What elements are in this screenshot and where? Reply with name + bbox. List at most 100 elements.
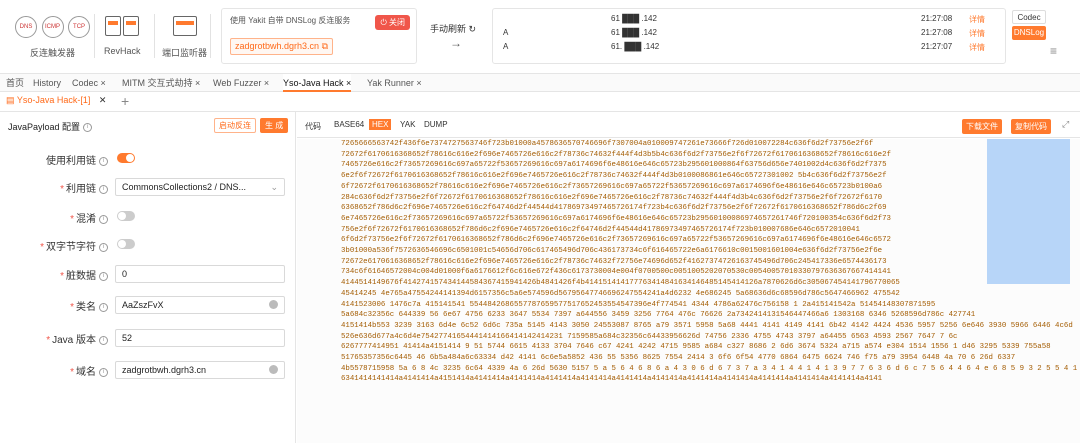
class-name-value: AaZszFvX: [122, 300, 164, 310]
hex-line: 6f72672f6170616368652f78616c616e2f696e74…: [341, 182, 883, 191]
format-yak[interactable]: YAK: [397, 119, 418, 130]
tab-home[interactable]: 首页: [6, 74, 24, 92]
copy-icon[interactable]: ⧉: [322, 41, 328, 51]
manual-refresh-button[interactable]: 手动刷新 ↻ →: [430, 22, 477, 50]
hex-line: 3b01000a536f7572636546696c6501001c54656d…: [341, 247, 883, 256]
arrow-right-icon: →: [450, 36, 462, 50]
use-chain-toggle[interactable]: [117, 153, 135, 163]
use-chain-row: 使用利用链 i: [0, 150, 296, 168]
format-dump[interactable]: DUMP: [421, 119, 451, 130]
reverse-trigger-group[interactable]: DNS ICMP TCP 反连触发器: [14, 16, 91, 59]
top-toolbar: DNS ICMP TCP 反连触发器 RevHack 端口监听器 使用 Yaki…: [0, 0, 1080, 74]
divider: [154, 14, 155, 58]
hex-line: 756e2f6f72672f6170616368652f786d6c2f696e…: [341, 225, 860, 234]
hex-line: 6368652f786d6c2f696e7465726e616c2f64746d…: [341, 204, 887, 213]
panel-title-text: JavaPayload 配置: [8, 122, 81, 132]
record-detail-link[interactable]: 详情: [969, 28, 985, 39]
hex-line: 526e636d677a4c6d4e7542774165444141416641…: [341, 332, 958, 341]
dns-icon[interactable]: DNS: [15, 16, 37, 38]
port-monitor-group[interactable]: 端口监听器: [162, 16, 207, 59]
dnslog-panel: 使用 Yakit 自带 DNSLog 反连服务 ⏻ 关闭 zadgrotbwh.…: [221, 8, 417, 64]
domain-label: 域名: [76, 367, 96, 378]
icmp-icon[interactable]: ICMP: [41, 16, 64, 38]
hex-line: 284c636f6d2f73756e2f6f72672f617061636865…: [341, 193, 883, 202]
fullscreen-icon[interactable]: ⤢: [1062, 119, 1069, 130]
format-base64[interactable]: BASE64: [331, 119, 367, 130]
domain-input[interactable]: zadgrotbwh.dgrh3.cn: [115, 361, 285, 379]
record-time: 21:27:08: [921, 28, 953, 37]
dirty-data-label: 脏数据: [66, 271, 96, 282]
record-ip: 61 ███ .142: [611, 14, 657, 23]
code-toolbar: 代码 BASE64 HEX YAK DUMP 下载文件 复制代码 ⤢: [297, 112, 1080, 138]
record-time: 21:27:08: [921, 14, 953, 23]
obfuscate-label: 混淆: [76, 214, 96, 225]
divider: [210, 14, 211, 58]
hex-line: 72672f6170616368652f78616c616e2f696e7465…: [341, 150, 891, 159]
tab-history[interactable]: History: [33, 74, 61, 92]
subtab-yso-java-hack-1[interactable]: ▤ Yso-Java Hack-[1] ✕: [6, 95, 106, 106]
double-byte-toggle[interactable]: [117, 239, 135, 249]
hex-line: 6e7465726e616c2f73657269616c697a65722f53…: [341, 214, 891, 223]
panel-title: JavaPayload 配置 i: [8, 120, 93, 133]
revhack-group[interactable]: RevHack: [104, 16, 141, 56]
dnslog-records: 61 ███ .142 21:27:08 详情 A 61 ███ .142 21…: [492, 8, 1006, 64]
close-label: 关闭: [389, 18, 405, 27]
start-reverse-button[interactable]: 启动反连: [214, 118, 256, 133]
class-name-row: * 类名 i AaZszFvX: [0, 296, 296, 314]
chain-row: * 利用链 i CommonsCollections2 / DNS... ⌄: [0, 178, 296, 196]
port-monitor-label: 端口监听器: [162, 48, 208, 58]
hex-code: 7265666563742f436f6e7374727563746f723b01…: [341, 139, 1078, 385]
tab-web-fuzzer[interactable]: Web Fuzzer ×: [213, 74, 269, 92]
yso-icon[interactable]: [105, 16, 122, 36]
double-byte-label: 双字节字符: [46, 242, 96, 253]
format-hex[interactable]: HEX: [369, 119, 392, 130]
tab-codec[interactable]: Codec ×: [72, 74, 106, 92]
info-icon: i: [99, 271, 108, 281]
tab-mitm[interactable]: MITM 交互式劫持 ×: [122, 74, 200, 92]
java-version-row: * Java 版本 i 52: [0, 329, 296, 347]
hex-line: 4144514149676f41427415743414458436741594…: [341, 279, 900, 288]
tab-yak-runner[interactable]: Yak Runner ×: [367, 74, 422, 92]
obfuscate-toggle[interactable]: [117, 211, 135, 221]
hex-line: 72672e6170616368652f78616c616e2f696e7465…: [341, 257, 887, 266]
menu-icon[interactable]: ≡: [1050, 44, 1057, 58]
dnslog-domain[interactable]: zadgrotbwh.dgrh3.cn ⧉: [230, 38, 334, 55]
copy-code-button[interactable]: 复制代码: [1011, 119, 1051, 134]
hex-line: 6267777414951 41414a4151414 9 51 5744 66…: [341, 343, 1051, 352]
info-icon: i: [99, 335, 108, 345]
domain-value: zadgrotbwh.dgrh3.cn: [122, 365, 207, 375]
hex-line: 51765357356c6445 46 6b5a484a6c63334 d42 …: [341, 354, 1016, 363]
class-name-label: 类名: [76, 302, 96, 313]
download-file-button[interactable]: 下载文件: [962, 119, 1002, 134]
hex-line: 4b5578715958 5a 6 8 4c 3235 6c64 4339 4a…: [341, 364, 1078, 373]
hex-editor[interactable]: 7265666563742f436f6e7374727563746f723b01…: [297, 139, 1080, 443]
payload-config-panel: JavaPayload 配置 i 启动反连 生 成 使用利用链 i * 利用链 i Co…: [0, 112, 296, 443]
info-icon: i: [99, 214, 108, 224]
record-detail-link[interactable]: 详情: [969, 42, 985, 53]
clear-icon[interactable]: [269, 300, 278, 309]
dirty-data-input[interactable]: 0: [115, 265, 285, 283]
record-detail-link[interactable]: 详情: [969, 14, 985, 25]
monitor-icon[interactable]: [172, 16, 197, 36]
chain-select[interactable]: CommonsCollections2 / DNS... ⌄: [115, 178, 285, 196]
info-icon: i: [99, 367, 108, 377]
record-type: A: [503, 28, 509, 37]
java-version-input[interactable]: 52: [115, 329, 285, 347]
tcp-icon[interactable]: TCP: [68, 16, 91, 38]
dnslog-close-button[interactable]: ⏻ 关闭: [375, 15, 410, 30]
hex-line: 4151414b553 3239 3163 6d4e 6c52 6d6c 735…: [341, 321, 1073, 330]
dnslog-button[interactable]: DNSLog: [1012, 26, 1046, 40]
generate-button[interactable]: 生 成: [260, 118, 289, 133]
add-tab-icon[interactable]: +: [121, 93, 129, 109]
info-icon: i: [83, 123, 93, 133]
server-icon[interactable]: [123, 16, 140, 36]
close-icon[interactable]: ✕: [99, 95, 107, 105]
refresh-icon[interactable]: ↻: [469, 24, 477, 34]
double-byte-row: * 双字节字符 i: [0, 236, 296, 254]
clear-icon[interactable]: [269, 365, 278, 374]
editor-minimap[interactable]: [987, 139, 1070, 284]
tab-yso-java-hack[interactable]: Yso-Java Hack ×: [283, 74, 352, 92]
class-name-input[interactable]: AaZszFvX: [115, 296, 285, 314]
codec-button[interactable]: Codec: [1012, 10, 1046, 24]
dirty-data-row: * 脏数据 i 0: [0, 265, 296, 283]
